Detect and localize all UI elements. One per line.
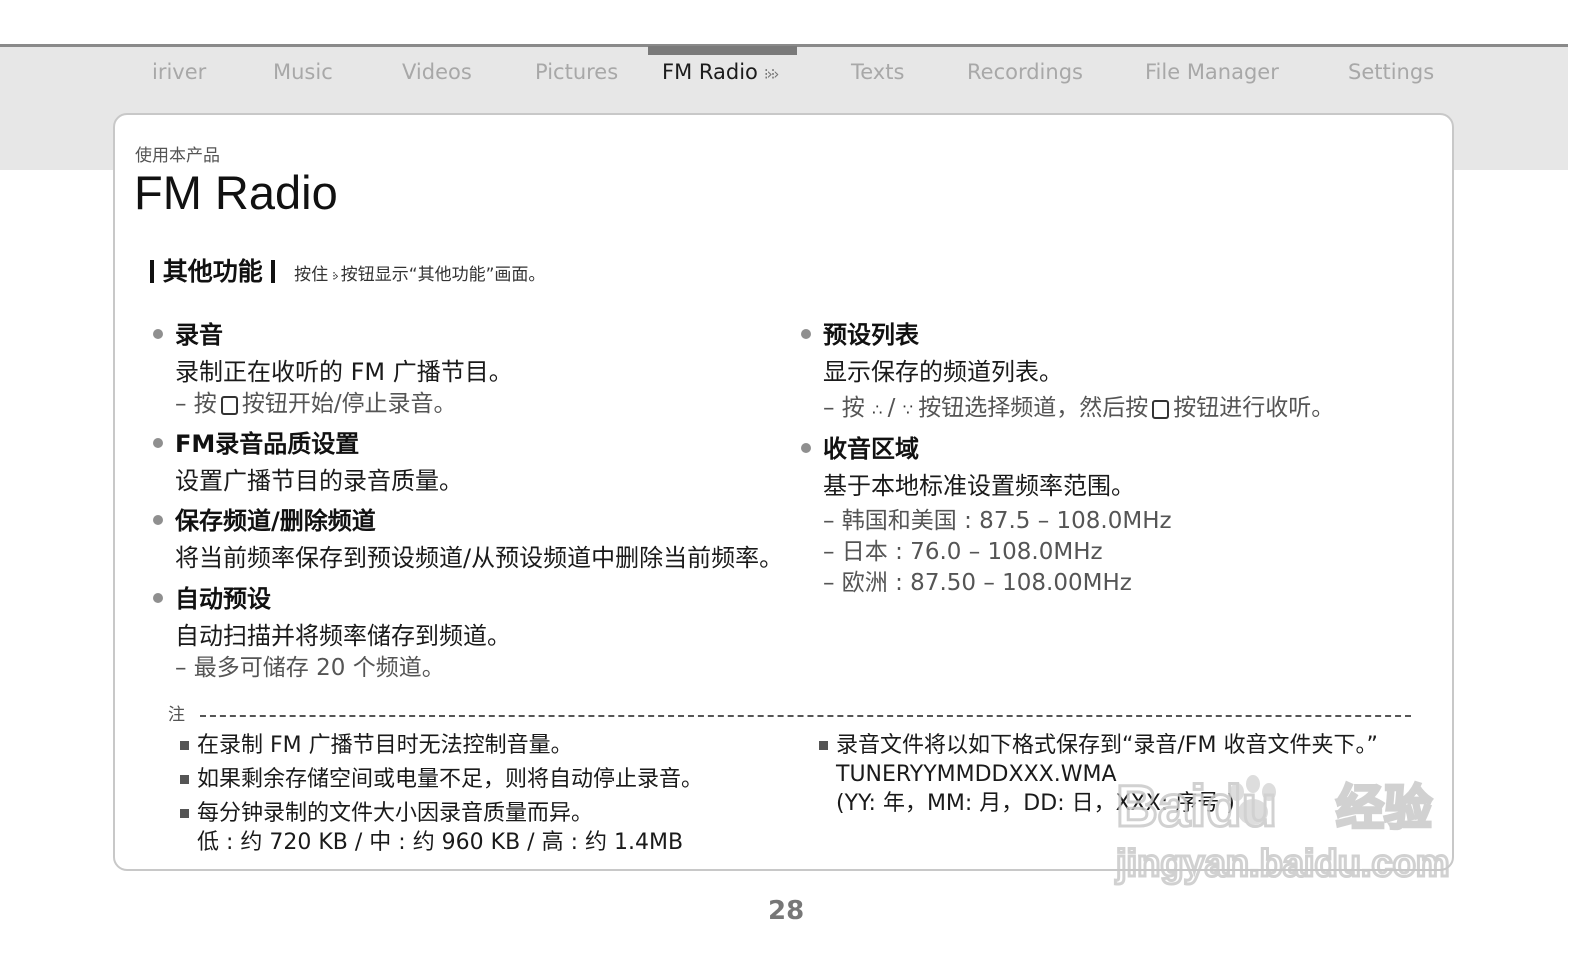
note-text-sizes: 低 : 约 720 KB / 中 : 约 960 KB / 高 : 约 1.4M… bbox=[197, 830, 684, 855]
feature-record: 录音 录制正在收听的 FM 广播节目。 – 按按钮开始/停止录音。 bbox=[153, 320, 513, 420]
bullet bbox=[153, 438, 163, 448]
tab-settings[interactable]: Settings bbox=[1348, 60, 1434, 84]
bullet bbox=[153, 329, 163, 339]
tab-fm-radio-label: FM Radio bbox=[662, 60, 758, 84]
tab-file-manager[interactable]: File Manager bbox=[1145, 60, 1279, 84]
feature-radio-region: 收音区域 基于本地标准设置频率范围。 – 韩国和美国 : 87.5 – 108.… bbox=[801, 434, 1172, 599]
feature-save-delete-channel: 保存频道/删除频道 将当前频率保存到预设频道/从预设频道中删除当前频率。 bbox=[153, 506, 784, 574]
feature-heading: FM录音品质设置 bbox=[175, 430, 360, 458]
section-title: 其他功能 bbox=[162, 257, 263, 286]
square-bullet-icon bbox=[180, 775, 189, 784]
subnote-mid: 按钮选择频道，然后按 bbox=[918, 395, 1149, 421]
feature-description: 显示保存的频道列表。 bbox=[823, 358, 1063, 386]
feature-subnote: – 最多可储存 20 个频道。 bbox=[175, 655, 445, 681]
feature-description: 自动扫描并将频率储存到频道。 bbox=[175, 622, 511, 650]
feature-preset-list: 预设列表 显示保存的频道列表。 – 按 ∴ / ∵ 按钮选择频道，然后按 按钮进行… bbox=[801, 320, 1335, 426]
top-nav: iriver Music Videos Pictures FM Radio ⁝›⁝… bbox=[0, 60, 1568, 100]
subnote-prefix: – 按 bbox=[823, 395, 865, 421]
page-title: FM Radio bbox=[134, 166, 338, 219]
tab-pictures[interactable]: Pictures bbox=[535, 60, 618, 84]
down-button-icon: ∵ bbox=[902, 400, 913, 419]
feature-heading: 预设列表 bbox=[823, 321, 919, 349]
active-arrow-icon: ⁝›⁝› bbox=[763, 65, 779, 83]
page-number: 28 bbox=[768, 896, 805, 926]
tab-fm-radio[interactable]: FM Radio ⁝›⁝› bbox=[662, 60, 779, 84]
subnote-suffix: 按钮进行收听。 bbox=[1173, 395, 1335, 421]
subnote-suffix: 按钮开始/停止录音。 bbox=[241, 391, 457, 417]
tab-music[interactable]: Music bbox=[273, 60, 333, 84]
heading-bar-left bbox=[150, 260, 154, 283]
feature-description: 设置广播节目的录音质量。 bbox=[175, 467, 463, 495]
section-desc-prefix: 按住 bbox=[294, 265, 329, 285]
feature-description: 基于本地标准设置频率范围。 bbox=[823, 472, 1135, 500]
feature-subnote: – 按按钮开始/停止录音。 bbox=[175, 388, 513, 420]
note-divider bbox=[200, 715, 1411, 717]
feature-description: 将当前频率保存到预设频道/从预设频道中删除当前频率。 bbox=[175, 544, 784, 572]
bullet bbox=[153, 593, 163, 603]
feature-subnote: – 按 ∴ / ∵ 按钮选择频道，然后按 按钮进行收听。 bbox=[823, 395, 1335, 421]
square-button-icon bbox=[220, 396, 238, 415]
square-bullet-icon bbox=[819, 741, 828, 750]
up-button-icon: ∴ bbox=[872, 400, 882, 419]
tab-videos[interactable]: Videos bbox=[402, 60, 472, 84]
feature-heading: 自动预设 bbox=[175, 585, 271, 613]
feature-heading: 收音区域 bbox=[823, 435, 919, 463]
note-text: 录音文件将以如下格式保存到“录音/FM 收音文件夹下。” bbox=[836, 733, 1378, 758]
square-button-icon bbox=[1152, 400, 1170, 419]
note-item: 如果剩余存储空间或电量不足，则将自动停止录音。 bbox=[180, 765, 704, 794]
tab-texts[interactable]: Texts bbox=[851, 60, 904, 84]
note-item-file-format: 录音文件将以如下格式保存到“录音/FM 收音文件夹下。” TUNERYYMMDDX… bbox=[819, 731, 1378, 818]
bullet bbox=[153, 515, 163, 525]
tab-recordings[interactable]: Recordings bbox=[967, 60, 1083, 84]
feature-auto-preset: 自动预设 自动扫描并将频率储存到频道。 – 最多可储存 20 个频道。 bbox=[153, 584, 511, 684]
square-bullet-icon bbox=[180, 741, 189, 750]
file-name-legend: (YY: 年，MM: 月，DD: 日，XXX: 序号 ) bbox=[836, 791, 1235, 816]
menu-button-icon: ⁝› bbox=[332, 269, 338, 283]
note-item: 每分钟录制的文件大小因录音质量而异。低 : 约 720 KB / 中 : 约 9… bbox=[180, 799, 684, 857]
note-text: 每分钟录制的文件大小因录音质量而异。 bbox=[197, 801, 594, 826]
square-bullet-icon bbox=[180, 809, 189, 818]
section-desc-suffix: 按钮显示“其他功能”画面。 bbox=[340, 265, 546, 285]
file-name-format: TUNERYYMMDDXXX.WMA bbox=[836, 762, 1117, 787]
note-item: 在录制 FM 广播节目时无法控制音量。 bbox=[180, 731, 573, 760]
section-heading: 其他功能 按住 ⁝› 按钮显示“其他功能”画面。 bbox=[150, 252, 545, 288]
note-text: 在录制 FM 广播节目时无法控制音量。 bbox=[197, 733, 573, 758]
tab-iriver[interactable]: iriver bbox=[152, 60, 206, 84]
breadcrumb: 使用本产品 bbox=[135, 146, 220, 166]
feature-heading: 录音 bbox=[175, 321, 223, 349]
feature-heading: 保存频道/删除频道 bbox=[175, 507, 376, 535]
bullet bbox=[801, 329, 811, 339]
note-label: 注 bbox=[168, 705, 185, 725]
feature-record-quality: FM录音品质设置 设置广播节目的录音质量。 bbox=[153, 429, 463, 497]
region-range: – 欧洲 : 87.50 – 108.00MHz bbox=[823, 570, 1132, 596]
region-range: – 日本 : 76.0 – 108.0MHz bbox=[823, 539, 1103, 565]
active-tab-marker bbox=[648, 46, 797, 55]
section-description: 按住 ⁝› 按钮显示“其他功能”画面。 bbox=[294, 265, 545, 285]
region-range: – 韩国和美国 : 87.5 – 108.0MHz bbox=[823, 508, 1172, 534]
feature-description: 录制正在收听的 FM 广播节目。 bbox=[175, 358, 513, 386]
heading-bar-right bbox=[271, 260, 276, 283]
bullet bbox=[801, 443, 811, 453]
note-text: 如果剩余存储空间或电量不足，则将自动停止录音。 bbox=[197, 767, 704, 792]
subnote-prefix: – 按 bbox=[175, 391, 217, 417]
